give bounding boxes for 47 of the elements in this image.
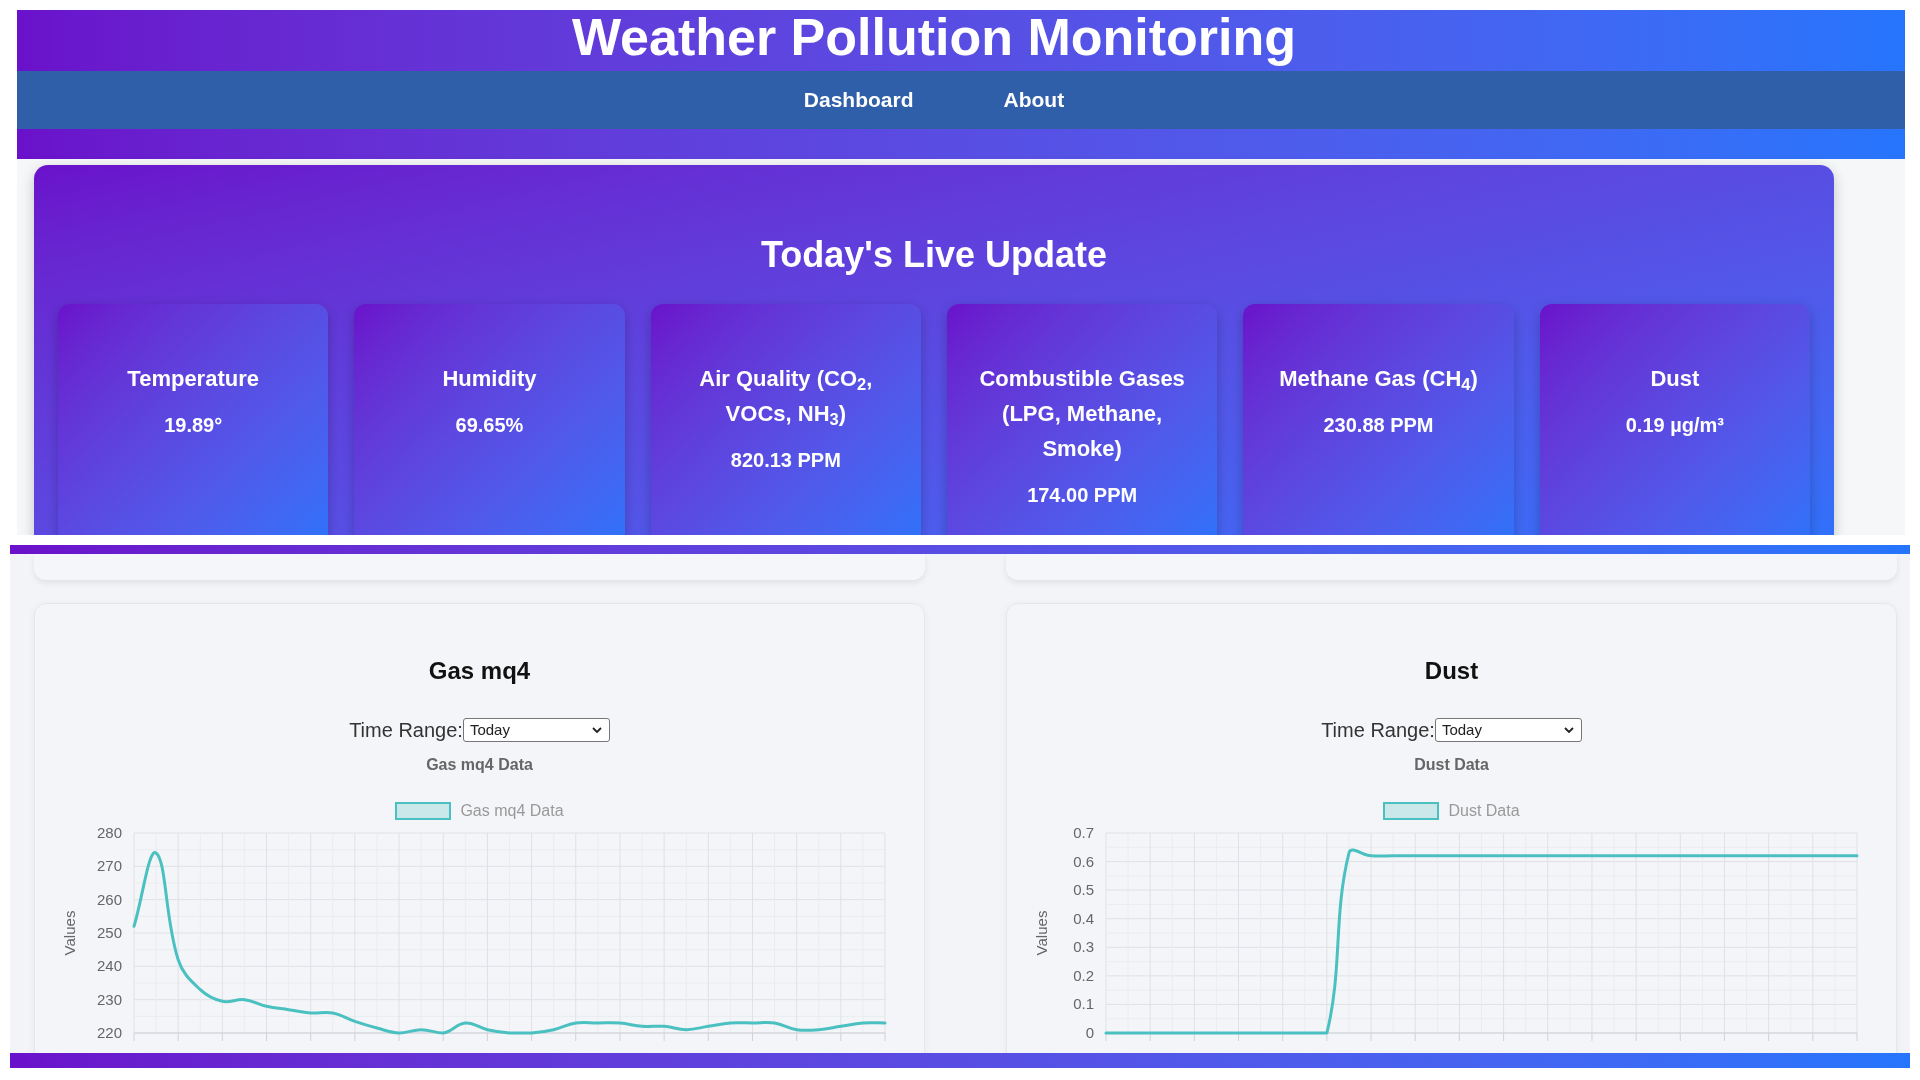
- chevron-down-icon: [1563, 727, 1574, 733]
- stat-label: Methane Gas (CH$_{4}$): [1279, 365, 1478, 396]
- stat-value: 19.89°: [164, 413, 223, 438]
- chart-card-title: Gas mq4: [428, 656, 531, 686]
- stat-value: 0.19 µg/m³: [1625, 413, 1724, 438]
- y-tick-label: 250: [96, 924, 122, 941]
- chart-card-title: Dust: [1424, 656, 1479, 686]
- stat-value: 174.00 PPM: [1027, 483, 1138, 508]
- y-tick-label: 0.6: [1073, 852, 1094, 870]
- stat-value: 69.65%: [455, 413, 524, 438]
- y-tick-label: 0.5: [1073, 881, 1094, 899]
- nav-link[interactable]: Dashboard: [803, 87, 914, 113]
- time-range-select[interactable]: Today: [462, 718, 610, 742]
- stat-label: Temperature: [127, 365, 259, 393]
- axis-title: Values: [61, 910, 78, 956]
- stat-label: Humidity: [442, 365, 537, 393]
- axis-title: Values: [1033, 910, 1050, 956]
- y-tick-label: 270: [96, 857, 122, 875]
- y-tick-label: 230: [96, 990, 122, 1008]
- stat-value: 820.13 PPM: [730, 448, 841, 473]
- y-tick-label: 280: [96, 824, 122, 841]
- stat-label: Air Quality (CO$_{2}$, VOCs, NH$_{3}$): [698, 365, 874, 431]
- legend-swatch-icon: [1383, 802, 1440, 820]
- y-tick-label: 0: [1085, 1024, 1094, 1041]
- legend-swatch-icon: [395, 802, 452, 820]
- y-tick-label: 220: [96, 1024, 122, 1041]
- y-tick-label: 260: [96, 890, 122, 908]
- stat-label: Dust: [1650, 365, 1700, 393]
- stat-value: 230.88 PPM: [1323, 413, 1434, 438]
- y-tick-label: 0.7: [1073, 824, 1094, 841]
- y-tick-label: 240: [96, 957, 122, 975]
- y-tick-label: 0.3: [1073, 938, 1094, 956]
- chart-title: Dust Data: [1414, 755, 1489, 775]
- page-title: Weather Pollution Monitoring: [571, 10, 1297, 64]
- time-range-label: Time Range:: [349, 718, 463, 742]
- legend-label: Dust Data: [1448, 801, 1520, 821]
- y-tick-label: 0.4: [1073, 909, 1094, 927]
- time-range-select[interactable]: Today: [1434, 718, 1582, 742]
- panel-title: Today's Live Update: [760, 235, 1108, 275]
- time-range-label: Time Range:: [1321, 718, 1435, 742]
- nav-link[interactable]: About: [1003, 87, 1065, 113]
- chart-title: Gas mq4 Data: [426, 755, 533, 775]
- legend-label: Gas mq4 Data: [460, 801, 564, 821]
- y-tick-label: 0.1: [1073, 995, 1094, 1013]
- stat-label: Combustible Gases (LPG, Methane, Smoke): [978, 365, 1186, 463]
- chevron-down-icon: [591, 727, 602, 733]
- y-tick-label: 0.2: [1073, 966, 1094, 984]
